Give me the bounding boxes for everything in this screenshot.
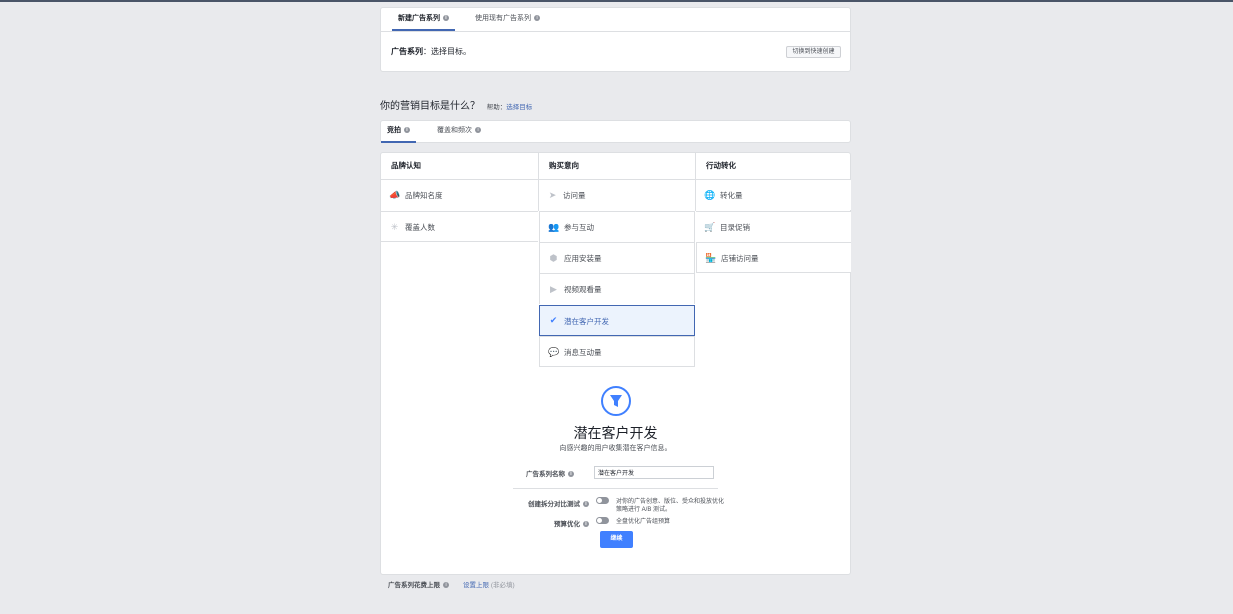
tabs-divider: [381, 31, 850, 32]
box-icon: ⬢: [549, 253, 558, 263]
objective-reach[interactable]: ✳ 覆盖人数: [381, 211, 538, 242]
objective-label: 访问量: [563, 191, 586, 200]
switch-quick-create-button[interactable]: 切换到快速创建: [786, 46, 841, 58]
tab-auction[interactable]: 竞拍 i: [381, 121, 416, 143]
video-camera-icon: ▶: [550, 284, 557, 294]
help-link[interactable]: 选择目标: [506, 104, 532, 111]
info-icon[interactable]: i: [568, 471, 574, 478]
selected-objective-title: 潜在客户开发: [573, 425, 658, 441]
objective-brand-awareness[interactable]: 📣 品牌知名度: [381, 179, 538, 210]
info-icon[interactable]: i: [583, 521, 589, 528]
campaign-name-input[interactable]: [594, 466, 714, 479]
continue-button[interactable]: 继续: [600, 531, 633, 548]
info-icon[interactable]: i: [534, 15, 540, 22]
info-icon[interactable]: i: [404, 127, 410, 134]
budget-optimization-description: 全盘优化广告组预算: [616, 519, 671, 525]
megaphone-icon: 📣: [389, 190, 401, 200]
top-bar: [0, 0, 1233, 2]
objective-label: 转化量: [720, 191, 743, 200]
globe-icon: 🌐: [704, 190, 716, 200]
people-icon: 👥: [548, 222, 560, 232]
buying-type-card: 竞拍 i 覆盖和频次 i: [380, 120, 851, 143]
objective-label: 消息互动量: [564, 348, 602, 357]
objective-question-text: 你的营销目标是什么？: [380, 101, 480, 112]
selected-objective-description: 向感兴趣的用户收集潜在客户信息。: [559, 445, 672, 452]
tab-use-existing-label: 使用现有广告系列: [475, 15, 531, 22]
objective-label: 覆盖人数: [405, 223, 435, 232]
objective-label: 视频观看量: [564, 285, 602, 294]
column-header-consideration: 购买意向: [549, 161, 579, 170]
split-test-label: 创建拆分对比测试 i: [528, 498, 589, 508]
chat-bubbles-icon: 💬: [548, 347, 560, 357]
column-header-conversion: 行动转化: [706, 161, 736, 170]
split-test-description-2: 策略进行 A/B 测试。: [616, 507, 672, 513]
objective-app-installs[interactable]: ⬢ 应用安装量: [539, 242, 695, 273]
campaign-heading: 广告系列：选择目标。: [391, 46, 471, 57]
objective-conversions[interactable]: 🌐 转化量: [696, 179, 851, 210]
tab-new-campaign[interactable]: 新建广告系列 i: [392, 8, 455, 31]
budget-optimization-label-text: 预算优化: [554, 521, 580, 528]
tab-auction-label: 竞拍: [387, 127, 401, 134]
cursor-icon: ➤: [548, 190, 557, 200]
set-limit-link[interactable]: 设置上限: [463, 582, 489, 589]
objective-label: 参与互动: [564, 223, 594, 232]
objective-messages[interactable]: 💬 消息互动量: [539, 336, 695, 367]
split-test-toggle[interactable]: [596, 497, 609, 504]
funnel-icon: [601, 386, 631, 416]
help-prefix: 帮助：: [486, 104, 507, 111]
column-header-awareness: 品牌认知: [391, 161, 421, 170]
objective-label: 目录促销: [720, 223, 750, 232]
tab-reach-frequency[interactable]: 覆盖和频次 i: [437, 121, 481, 143]
objective-store-visits[interactable]: 🏪 店铺访问量: [696, 242, 851, 273]
campaign-card: 新建广告系列 i 使用现有广告系列 i 广告系列：选择目标。 切换到快速创建: [380, 7, 851, 72]
campaign-name-label: 广告系列名称 i: [526, 468, 574, 478]
reach-icon: ✳: [390, 222, 399, 232]
spend-limit-row: 广告系列花费上限 i: [388, 579, 449, 589]
campaign-name-label-text: 广告系列名称: [526, 471, 565, 478]
objectives-card: 品牌认知 购买意向 行动转化 📣 品牌知名度 ✳ 覆盖人数 ➤ 访问量 👥 参与互动 ⬢…: [380, 152, 851, 575]
objective-label: 应用安装量: [564, 254, 602, 263]
funnel-glyph: [610, 395, 622, 407]
objective-traffic[interactable]: ➤ 访问量: [539, 179, 695, 210]
info-icon[interactable]: i: [475, 127, 481, 134]
budget-optimization-label: 预算优化 i: [554, 518, 589, 528]
shopping-cart-icon: 🛒: [704, 222, 716, 232]
objective-question: 你的营销目标是什么？ 帮助：选择目标: [380, 97, 532, 112]
objective-lead-generation[interactable]: ✔ 潜在客户开发: [539, 305, 695, 336]
objective-label: 店铺访问量: [721, 254, 759, 263]
campaign-heading-text: ：选择目标。: [423, 47, 471, 56]
info-icon[interactable]: i: [443, 582, 449, 589]
objective-label: 品牌知名度: [405, 191, 443, 200]
info-icon[interactable]: i: [443, 15, 449, 22]
store-icon: 🏪: [705, 253, 717, 263]
budget-optimization-toggle[interactable]: [596, 517, 609, 524]
objective-catalog-sales[interactable]: 🛒 目录促销: [696, 211, 851, 242]
objective-label: 潜在客户开发: [564, 317, 609, 326]
split-test-label-text: 创建拆分对比测试: [528, 501, 580, 508]
info-icon[interactable]: i: [583, 501, 589, 508]
objective-engagement[interactable]: 👥 参与互动: [539, 211, 695, 242]
tab-reach-frequency-label: 覆盖和频次: [437, 127, 472, 134]
objective-help: 帮助：选择目标: [487, 104, 533, 111]
tab-use-existing[interactable]: 使用现有广告系列 i: [475, 8, 540, 31]
optional-note: (非必填): [490, 582, 515, 589]
check-circle-icon: ✔: [549, 315, 558, 325]
spend-limit-label: 广告系列花费上限: [388, 582, 440, 589]
tab-new-campaign-label: 新建广告系列: [398, 15, 440, 22]
campaign-heading-label: 广告系列: [391, 47, 423, 56]
objective-video-views[interactable]: ▶ 视频观看量: [539, 273, 695, 304]
set-limit-row: 设置上限 (非必填): [463, 579, 515, 589]
form-divider: [513, 488, 718, 489]
